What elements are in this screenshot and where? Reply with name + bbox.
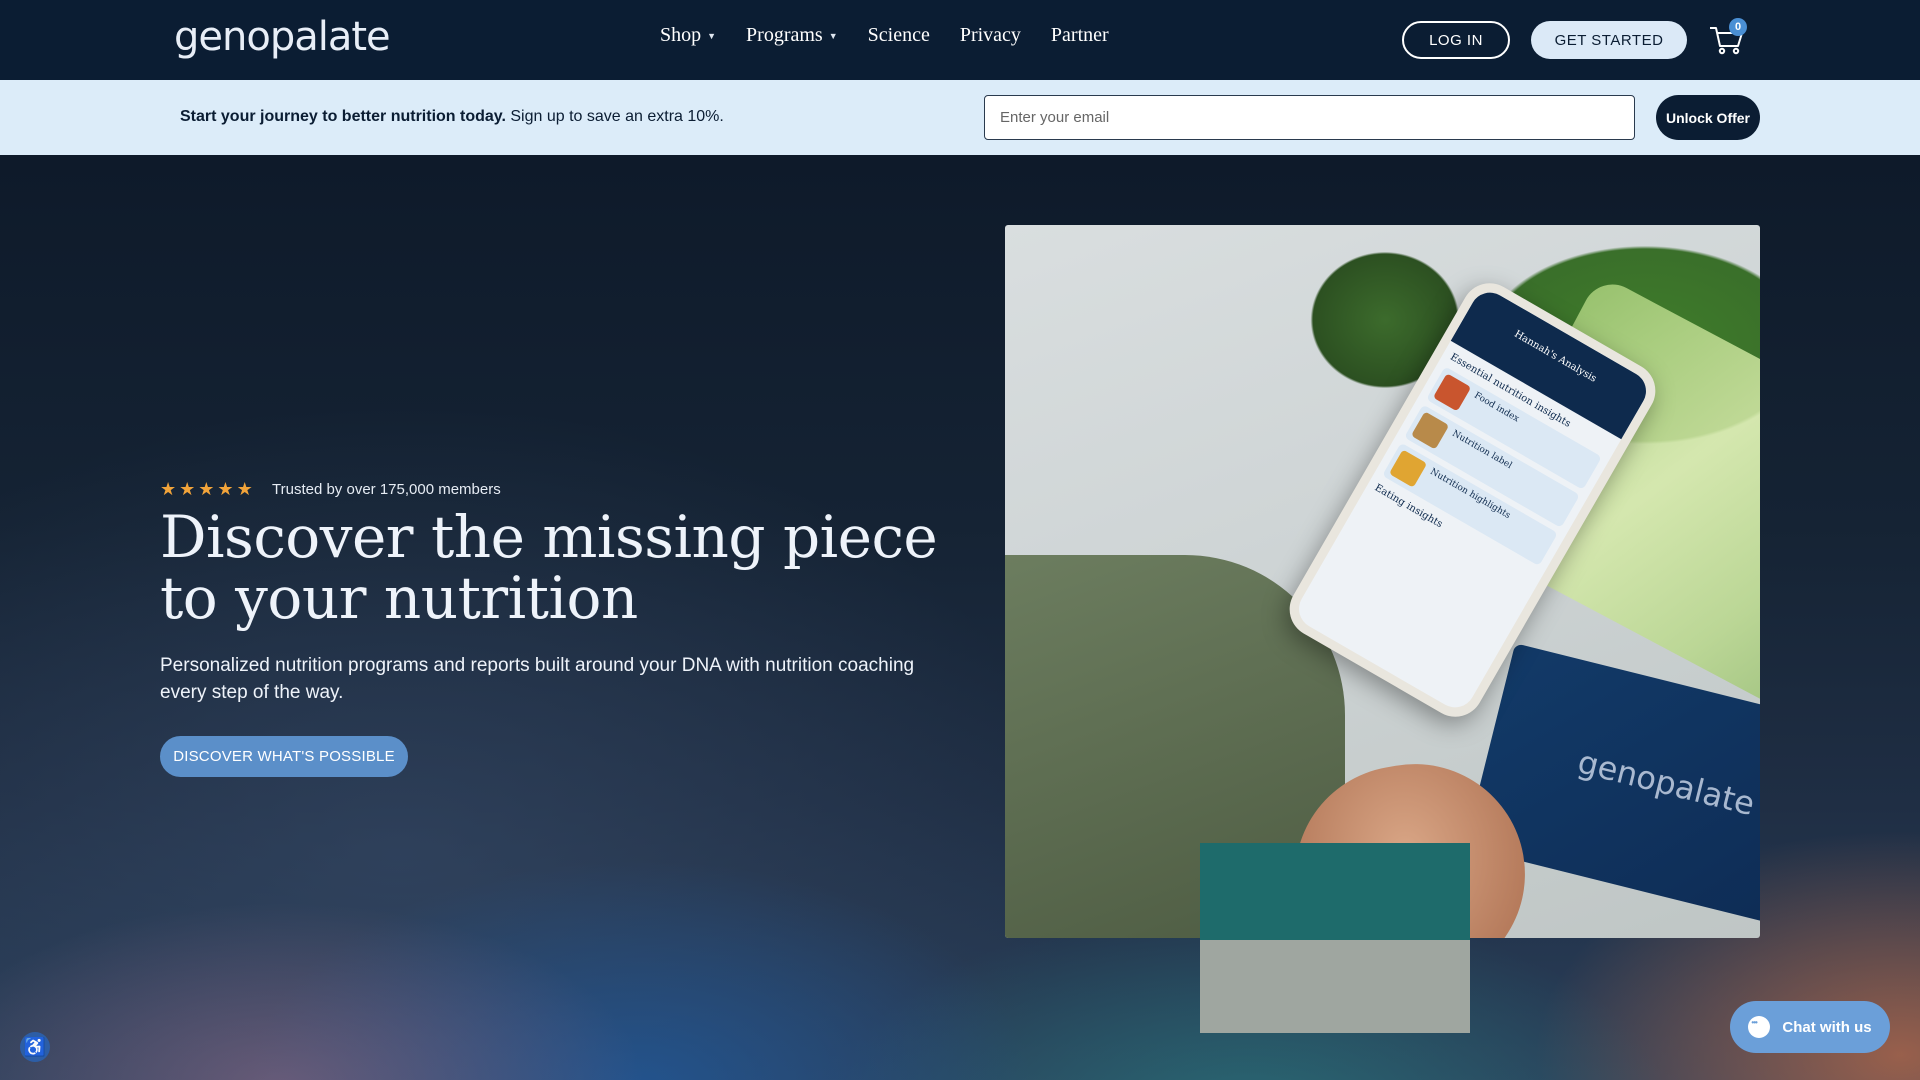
chat-button[interactable]: Chat with us: [1730, 1001, 1890, 1053]
offer-message: Start your journey to better nutrition t…: [180, 108, 724, 126]
accessibility-icon[interactable]: ♿: [20, 1032, 50, 1062]
food-thumbnail: [1410, 411, 1450, 450]
star-icon: ★: [198, 479, 215, 499]
unlock-offer-button[interactable]: Unlock Offer: [1656, 95, 1760, 140]
tile-teal: [1200, 843, 1470, 940]
menu-item-programs[interactable]: Programs ▼: [746, 24, 838, 47]
caret-down-icon: ▼: [707, 30, 717, 41]
cart-count-badge: 0: [1729, 18, 1747, 36]
menu-label: Partner: [1050, 24, 1109, 46]
email-field[interactable]: [984, 95, 1635, 140]
hero-subheadline: Personalized nutrition programs and repo…: [160, 655, 915, 703]
login-button[interactable]: LOG IN: [1402, 21, 1510, 59]
food-thumbnail: [1432, 373, 1472, 412]
menu-item-science[interactable]: Science: [868, 24, 930, 47]
main-menu: Shop ▼ Programs ▼ Science Privacy Partne…: [660, 24, 1109, 47]
trust-text: Trusted by over 175,000 members: [272, 481, 501, 498]
menu-label: Science: [867, 24, 930, 46]
decorative-tile: [1200, 843, 1470, 1033]
offer-bar: Start your journey to better nutrition t…: [0, 80, 1920, 155]
genopalate-logo[interactable]: genopalate: [174, 14, 391, 60]
chat-bubble-icon: [1748, 1016, 1771, 1038]
top-navigation: genopalate Shop ▼ Programs ▼ Science Pri…: [0, 0, 1920, 80]
menu-label: Privacy: [959, 24, 1021, 46]
star-icon: ★: [217, 479, 234, 499]
caret-down-icon: ▼: [828, 30, 838, 41]
hero-photo: genopalate Hannah's Analysis Essential n…: [1005, 225, 1760, 938]
menu-label: Shop: [660, 24, 702, 46]
offer-bold-text: Start your journey to better nutrition t…: [180, 108, 506, 125]
menu-item-partner[interactable]: Partner: [1051, 24, 1109, 47]
get-started-button[interactable]: GET STARTED: [1531, 21, 1687, 59]
star-icon: ★: [179, 479, 196, 499]
star-icon: ★: [160, 479, 177, 499]
rating-stars: ★ ★ ★ ★ ★: [160, 480, 253, 498]
menu-item-privacy[interactable]: Privacy: [960, 24, 1021, 47]
star-icon: ★: [236, 479, 253, 499]
tile-photo: [1200, 940, 1470, 1033]
food-thumbnail: [1388, 449, 1428, 488]
discover-button[interactable]: DISCOVER WHAT'S POSSIBLE: [160, 736, 408, 777]
card-logo: genopalate: [1574, 742, 1759, 824]
menu-item-shop[interactable]: Shop ▼: [660, 24, 716, 47]
hero-section: ★ ★ ★ ★ ★ Trusted by over 175,000 member…: [0, 155, 1920, 1080]
menu-label: Programs: [746, 24, 823, 46]
hero-headline: Discover the missing piece to your nutri…: [160, 503, 938, 632]
chat-label: Chat with us: [1782, 1018, 1872, 1036]
offer-body-text: Sign up to save an extra 10%.: [505, 108, 724, 125]
